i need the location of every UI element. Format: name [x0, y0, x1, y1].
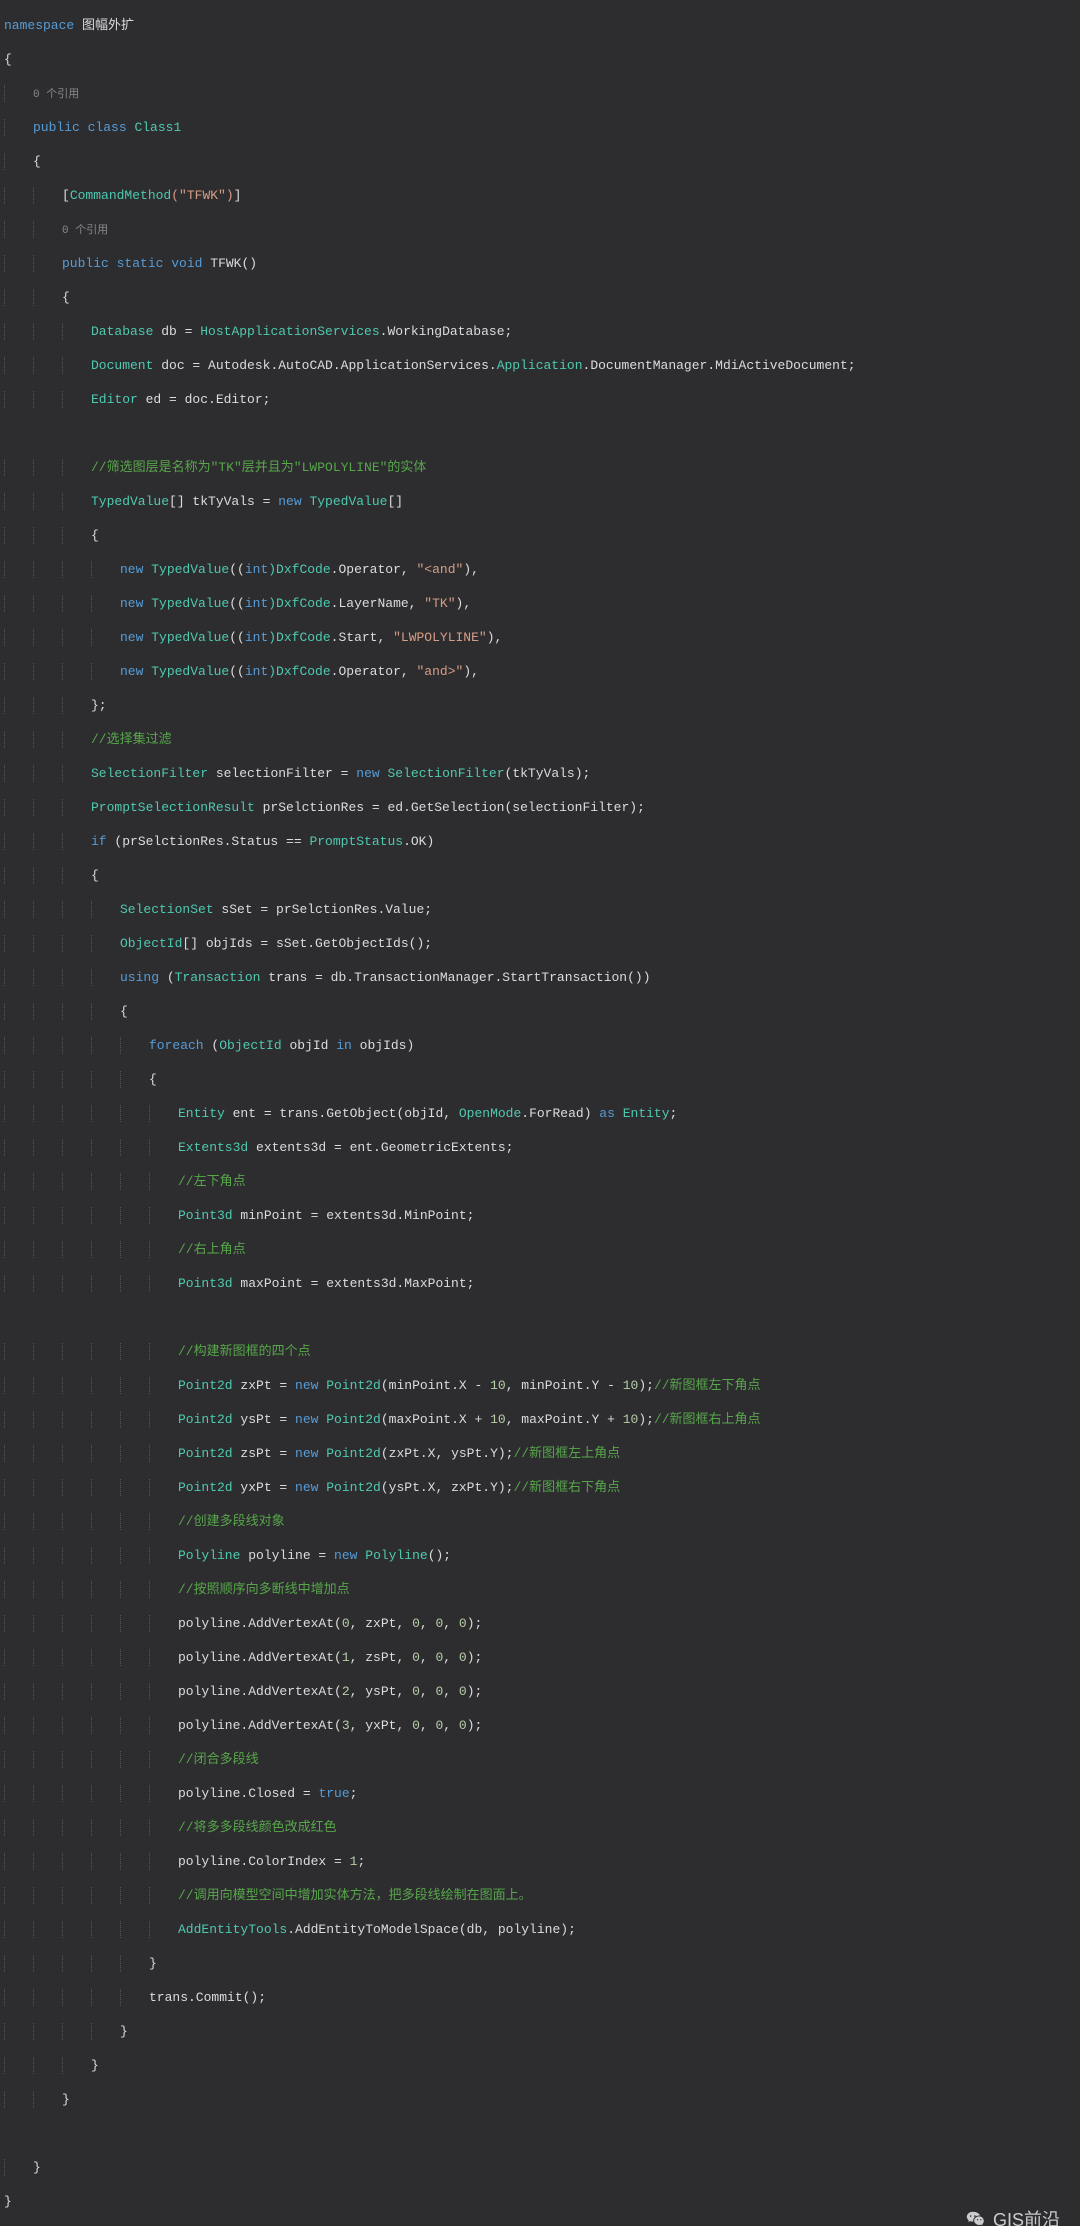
wechat-icon: [965, 2209, 987, 2226]
kw-namespace: namespace: [4, 18, 74, 33]
brace: {: [4, 52, 12, 67]
watermark-text: GIS前沿: [993, 2212, 1060, 2226]
namespace-name: 图幅外扩: [82, 18, 134, 33]
attribute: CommandMethod: [70, 188, 171, 203]
codelens-ref[interactable]: 0 个引用: [33, 89, 79, 101]
watermark: GIS前沿: [965, 2209, 1060, 2226]
codelens-ref[interactable]: 0 个引用: [62, 225, 108, 237]
comment: //筛选图层是名称为"TK"层并且为"LWPOLYLINE"的实体: [91, 460, 426, 475]
class-name: Class1: [134, 120, 181, 135]
method-name: TFWK: [210, 256, 241, 271]
code-editor[interactable]: namespace 图幅外扩 { 0 个引用 public class Clas…: [0, 0, 1080, 2226]
